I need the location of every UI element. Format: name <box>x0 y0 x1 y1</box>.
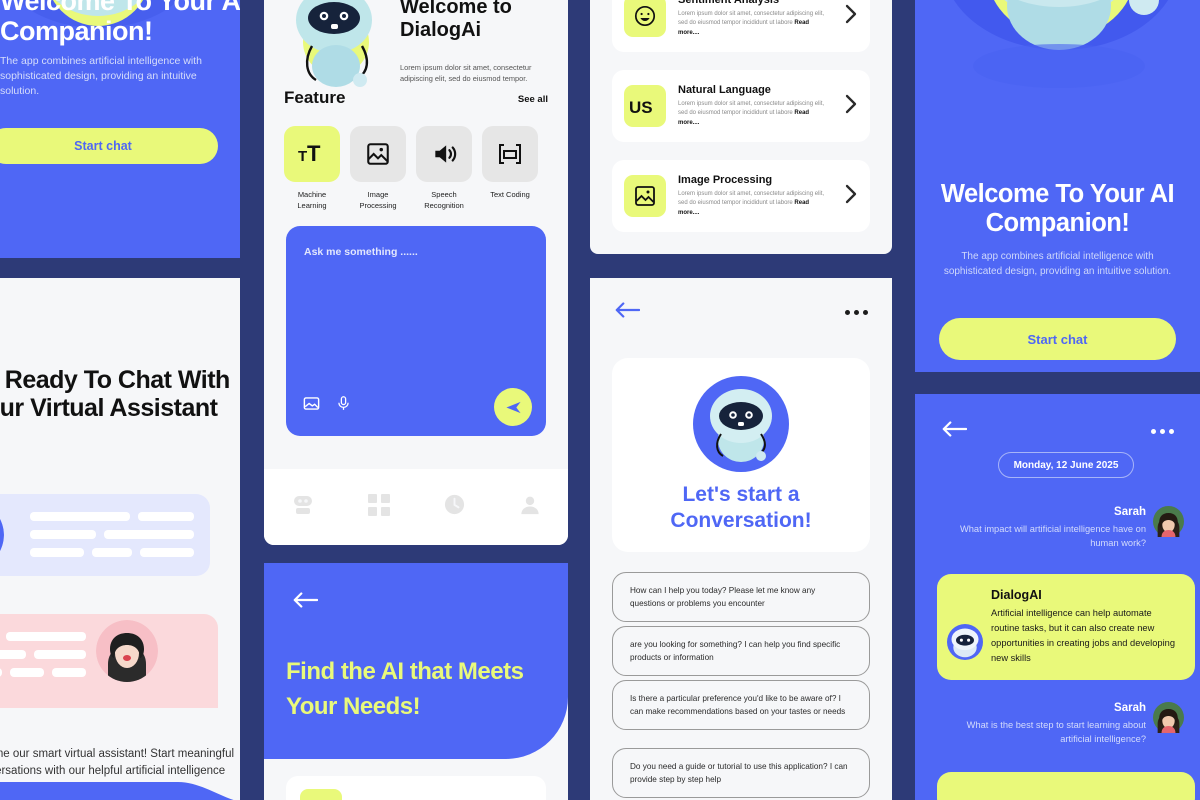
conversation-hero-title: Let's start a Conversation! <box>670 482 812 532</box>
list-item-title: Image Processing <box>678 174 773 187</box>
find-ai-title: Find the AI that Meets Your Needs! <box>286 658 524 720</box>
message-text: What is the best step to start learning … <box>966 720 1146 745</box>
get-ready-title: Get Ready To Chat With Your Virtual Assi… <box>0 366 230 422</box>
message-sender-name: Sarah <box>1114 506 1146 518</box>
welcome-left-subtitle: The app combines artificial intelligence… <box>0 55 202 98</box>
composer-tools <box>302 394 352 418</box>
panel-welcome-left: Welcome To Your AI Companion! The app co… <box>0 0 240 258</box>
image-icon <box>350 126 406 182</box>
tab-dashboard[interactable] <box>367 493 390 521</box>
chat-composer[interactable]: Ask me something ...... <box>286 226 546 436</box>
feature-section-heading: Feature <box>284 88 346 107</box>
home-hero-title: Welcome to DialogAi <box>400 0 512 41</box>
suggestion-chip[interactable]: Do you need a guide or tutorial to use t… <box>612 748 870 799</box>
smiley-icon <box>624 0 666 37</box>
chat-message-bot-partial <box>937 772 1195 800</box>
find-ai-first-card[interactable]: TT Machine Learning <box>286 776 546 800</box>
panel-start-conversation: Let's start a Conversation! How can I he… <box>590 278 892 800</box>
list-item[interactable]: US Natural Language Lorem ipsum dolor si… <box>612 70 870 142</box>
feature-tile-image-processing[interactable]: Image Processing <box>350 126 406 212</box>
back-arrow-icon[interactable] <box>614 301 641 324</box>
code-brackets-icon <box>482 126 538 182</box>
speaker-icon <box>416 126 472 182</box>
list-item-title: Sentiment Analysis <box>678 0 780 7</box>
chat-message-user: Sarah What is the best step to start lea… <box>934 702 1184 747</box>
back-arrow-icon[interactable] <box>292 591 319 614</box>
feature-tile-label: Text Coding <box>490 190 530 199</box>
back-arrow-icon[interactable] <box>941 420 968 443</box>
tab-profile[interactable] <box>519 494 541 521</box>
tab-history[interactable] <box>443 493 466 521</box>
mascot-robot-icon <box>693 375 789 472</box>
start-chat-button-right[interactable]: Start chat <box>939 318 1176 360</box>
feature-tile-machine-learning[interactable]: TT Machine Learning <box>284 126 340 212</box>
chevron-right-icon[interactable] <box>844 4 858 29</box>
svg-text:T: T <box>298 148 307 165</box>
text-format-icon: TT <box>300 789 342 800</box>
more-options-icon[interactable] <box>845 309 868 315</box>
message-text: Artificial intelligence can help automat… <box>991 608 1175 663</box>
microphone-icon[interactable] <box>335 394 352 418</box>
home-hero-subtitle: Lorem ipsum dolor sit amet, consectetur … <box>400 63 532 84</box>
panel-feature-list: Sentiment Analysis Lorem ipsum dolor sit… <box>590 0 892 254</box>
feature-tile-label: Speech Recognition <box>424 190 464 210</box>
feature-tile-label: Machine Learning <box>297 190 327 210</box>
conversation-hero-card: Let's start a Conversation! <box>612 358 870 552</box>
date-separator-badge: Monday, 12 June 2025 <box>998 452 1134 478</box>
feature-tile-speech-recognition[interactable]: Speech Recognition <box>416 126 472 212</box>
user-avatar-decor <box>96 620 158 682</box>
attach-image-icon[interactable] <box>302 394 321 418</box>
welcome-left-title: Welcome To Your AI Companion! <box>0 0 240 47</box>
composer-placeholder: Ask me something ...... <box>304 246 418 258</box>
feature-tiles-row: TT Machine Learning Image Processing Spe… <box>284 126 538 212</box>
svg-text:US: US <box>629 98 653 116</box>
avatar <box>1153 506 1184 537</box>
panel-home: Welcome to DialogAi Lorem ipsum dolor si… <box>264 0 568 545</box>
panel-find-ai: Find the AI that Meets Your Needs! TT Ma… <box>264 563 568 800</box>
message-sender-name: DialogAI <box>991 588 1042 602</box>
welcome-right-title: Welcome To Your AI Companion! <box>940 180 1175 237</box>
list-item[interactable]: Image Processing Lorem ipsum dolor sit a… <box>612 160 870 232</box>
bot-message-bubble-decor <box>0 494 210 576</box>
image-icon <box>624 175 666 217</box>
tab-chatbot[interactable] <box>291 494 315 521</box>
start-chat-button-left[interactable]: Start chat <box>0 128 218 164</box>
chat-message-bot: DialogAI Artificial intelligence can hel… <box>937 574 1195 680</box>
chat-topbar <box>915 416 1200 446</box>
panel-welcome-right: Welcome To Your AI Companion! The app co… <box>915 0 1200 372</box>
chat-message-user: Sarah What impact will artificial intell… <box>934 506 1184 551</box>
chevron-right-icon[interactable] <box>844 94 858 119</box>
bottom-accent-decor <box>0 782 234 800</box>
see-all-link[interactable]: See all <box>518 94 548 105</box>
bottom-tab-bar <box>264 469 568 545</box>
svg-text:T: T <box>307 142 321 166</box>
text-format-icon: TT <box>284 126 340 182</box>
suggestion-chip[interactable]: How can I help you today? Please let me … <box>612 572 870 623</box>
feature-tile-label: Image Processing <box>359 190 397 210</box>
screenshot-canvas: Welcome To Your AI Companion! The app co… <box>0 0 1200 800</box>
suggestion-chip[interactable]: Is there a particular preference you'd l… <box>612 680 870 731</box>
more-options-icon[interactable] <box>1151 428 1174 434</box>
conversation-topbar <box>590 292 892 332</box>
message-text: What impact will artificial intelligence… <box>959 524 1146 549</box>
suggestion-chip[interactable]: are you looking for something? I can hel… <box>612 626 870 677</box>
avatar <box>1153 702 1184 733</box>
bot-avatar <box>947 623 983 660</box>
panel-chat-thread: Monday, 12 June 2025 Sarah What impact w… <box>915 394 1200 800</box>
robot-illustration-decor <box>953 0 1169 88</box>
message-sender-name: Sarah <box>1114 702 1146 714</box>
welcome-right-subtitle: The app combines artificial intelligence… <box>943 251 1172 277</box>
panel-get-ready: Get Ready To Chat With Your Virtual Assi… <box>0 278 240 800</box>
list-item[interactable]: Sentiment Analysis Lorem ipsum dolor sit… <box>612 0 870 52</box>
us-text-icon: US <box>624 85 666 127</box>
send-button[interactable] <box>494 388 532 426</box>
feature-tile-text-coding[interactable]: Text Coding <box>482 126 538 212</box>
chevron-right-icon[interactable] <box>844 184 858 209</box>
mascot-robot-icon <box>296 0 372 87</box>
list-item-title: Natural Language <box>678 84 771 97</box>
